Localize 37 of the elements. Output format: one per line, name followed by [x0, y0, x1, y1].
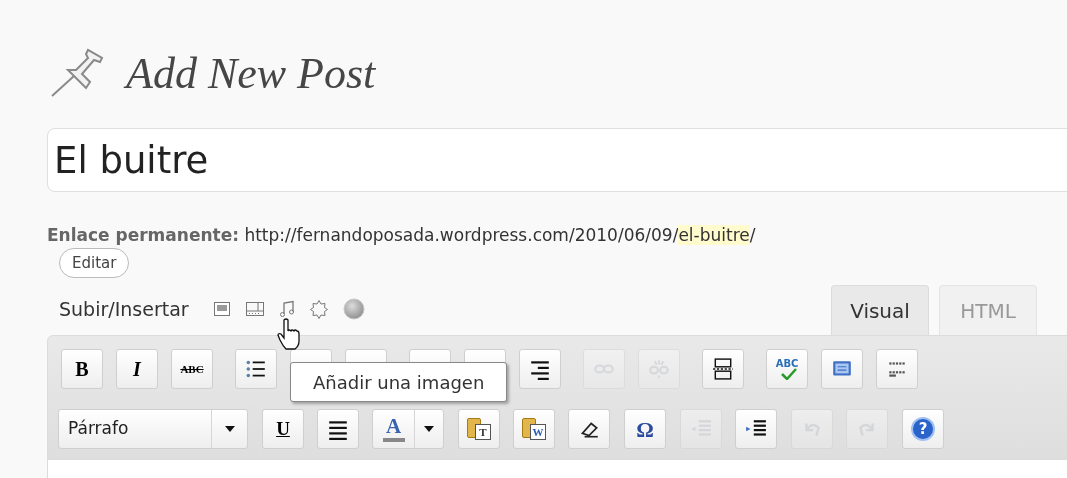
tooltip: Añadir una imagen: [290, 362, 508, 402]
circle-icon[interactable]: [342, 298, 365, 320]
paste-as-text-button[interactable]: T: [458, 409, 500, 449]
title-field[interactable]: El buitre: [47, 128, 1067, 192]
align-right-button[interactable]: [519, 349, 561, 389]
align-right-icon: [529, 358, 551, 380]
star-outline-icon[interactable]: [308, 299, 329, 319]
fullscreen-button[interactable]: [821, 349, 863, 389]
paragraph-format-select[interactable]: Párrafo: [58, 409, 248, 449]
bulleted-list-icon: [245, 358, 267, 380]
italic-button[interactable]: I: [116, 349, 158, 389]
edit-permalink-button[interactable]: Editar: [59, 248, 130, 278]
editor-tab[interactable]: Visual: [831, 285, 929, 335]
page-break-icon: [712, 358, 734, 380]
help-button[interactable]: ?: [902, 409, 944, 449]
music-note-icon[interactable]: [278, 300, 295, 318]
justify-button[interactable]: [317, 409, 359, 449]
image-icon[interactable]: [212, 300, 231, 318]
video-icon[interactable]: [244, 300, 265, 318]
strikethrough-button[interactable]: ABC: [171, 349, 213, 389]
check-icon: [781, 368, 797, 380]
permalink-text: Enlace permanente: http://fernandoposada.wordpress.com/2010/06/09/el-buitre/: [47, 224, 757, 246]
special-character-button[interactable]: Ω: [624, 409, 666, 449]
upload-insert-label: Subir/Insertar: [59, 296, 189, 322]
spellcheck-button[interactable]: ABC: [766, 349, 808, 389]
underline-button[interactable]: U: [262, 409, 304, 449]
bulleted-list-button[interactable]: [235, 349, 277, 389]
hand-cursor-icon: [276, 318, 302, 350]
justify-icon: [327, 418, 349, 440]
broken-link-icon: [648, 358, 670, 380]
indent-button[interactable]: [735, 409, 777, 449]
kitchen-sink-button[interactable]: [876, 349, 918, 389]
remove-format-button[interactable]: [568, 409, 610, 449]
text-color-control[interactable]: A: [372, 409, 444, 449]
paste-from-word-button[interactable]: W: [513, 409, 555, 449]
more-tag-button[interactable]: [702, 349, 744, 389]
bold-button[interactable]: B: [61, 349, 103, 389]
